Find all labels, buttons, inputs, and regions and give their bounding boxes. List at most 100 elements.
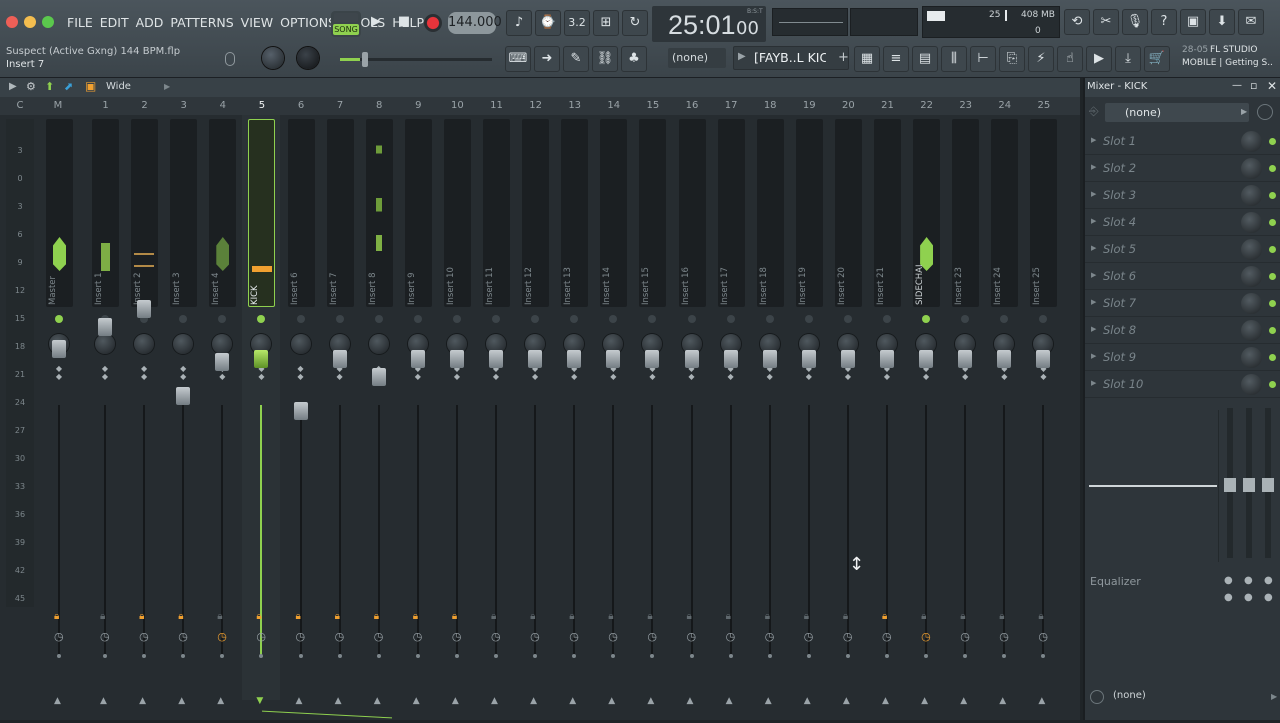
pan-knob[interactable] [95, 334, 115, 354]
stereo-separation-icon[interactable]: ◆ ◆ [296, 365, 306, 381]
lock-icon[interactable]: 🔒︎ [296, 611, 301, 622]
menu-options[interactable]: OPTIONS [277, 13, 339, 33]
pan-knob[interactable] [212, 334, 233, 354]
effect-slot[interactable]: ▶ Slot 2 [1085, 155, 1280, 182]
eq-knob-3[interactable]: ● [1264, 575, 1273, 586]
input-selector[interactable]: (none) ▶ [1105, 103, 1249, 122]
track-label[interactable]: Insert 15 [641, 265, 655, 305]
latency-clock-icon[interactable]: ◷ [217, 630, 227, 643]
volume-fader[interactable] [293, 402, 308, 420]
slot-mix-knob[interactable] [1241, 266, 1262, 287]
slot-mix-knob[interactable] [1241, 320, 1262, 341]
route-arrow-icon[interactable]: ▲ [647, 696, 654, 706]
mixer-tool-icon-3[interactable]: ⬈ [64, 80, 73, 93]
output-value[interactable]: (none) [1113, 690, 1146, 701]
route-arrow-icon[interactable]: ▲ [452, 696, 459, 706]
shop-icon[interactable]: 🛒 [1144, 46, 1170, 72]
route-arrow-icon[interactable]: ▲ [687, 696, 694, 706]
close-window-button[interactable] [6, 16, 18, 28]
effect-slot[interactable]: ▶ Slot 6 [1085, 263, 1280, 290]
route-arrow-icon[interactable]: ▲ [100, 696, 107, 706]
latency-clock-icon[interactable]: ◷ [765, 630, 775, 643]
mixer-strip[interactable]: KICK ◆ ◆ 🔒︎ ◷ ▼ [242, 115, 281, 706]
route-dot[interactable] [220, 654, 225, 658]
track-enable-led[interactable] [843, 315, 852, 323]
slot-mix-knob[interactable] [1241, 212, 1262, 233]
slot-mix-knob[interactable] [1241, 185, 1262, 206]
route-arrow-icon[interactable]: ▲ [765, 696, 772, 706]
volume-fader[interactable] [801, 350, 816, 368]
eq-knob-6[interactable]: ● [1264, 592, 1273, 603]
master-volume-knob[interactable] [262, 47, 284, 69]
track-label[interactable]: Insert 3 [172, 265, 186, 306]
slot-enable-led[interactable] [1269, 354, 1276, 361]
pan-knob[interactable] [173, 334, 194, 354]
chat-icon[interactable]: ✉ [1238, 9, 1264, 35]
play-button[interactable]: ▶ [363, 10, 389, 36]
microphone-icon[interactable]: 🎙 [1122, 9, 1148, 35]
mixer-strip[interactable]: Insert 17 ◆ ◆ 🔒︎ ◷ ▲ [712, 115, 750, 706]
track-label[interactable]: Insert 2 [133, 265, 147, 306]
track-label[interactable]: Insert 7 [329, 265, 343, 306]
route-arrow-icon[interactable]: ▲ [726, 696, 733, 706]
latency-clock-icon[interactable]: ◷ [54, 630, 64, 643]
volume-fader[interactable] [684, 350, 699, 368]
pan-knob[interactable] [368, 334, 389, 354]
latency-clock-icon[interactable]: ◷ [804, 630, 814, 643]
route-arrow-icon[interactable]: ▲ [804, 696, 811, 706]
track-enable-led[interactable] [961, 315, 970, 323]
mixer-strip[interactable]: Insert 13 ◆ ◆ 🔒︎ ◷ ▲ [555, 115, 593, 706]
track-label[interactable]: Insert 14 [602, 265, 616, 305]
pattern-selector[interactable]: ▶ [FAYB..L KICK + [733, 46, 849, 70]
route-arrow-icon[interactable]: ▲ [178, 696, 185, 706]
eq-graph[interactable] [1089, 410, 1219, 562]
route-arrow-icon[interactable]: ▼ [256, 696, 263, 706]
track-enable-led[interactable] [55, 315, 63, 323]
latency-clock-icon[interactable]: ◷ [921, 630, 931, 643]
slot-enable-led[interactable] [1269, 381, 1276, 388]
slot-enable-led[interactable] [1269, 192, 1276, 199]
eq-band-handle[interactable] [1243, 478, 1255, 492]
effect-slot[interactable]: ▶ Slot 1 [1085, 128, 1280, 155]
latency-clock-icon[interactable]: ◷ [960, 630, 970, 643]
latency-clock-icon[interactable]: ◷ [413, 630, 423, 643]
track-label[interactable]: Insert 8 [368, 265, 382, 306]
eq-knob-4[interactable]: ● [1224, 592, 1233, 603]
volume-fader[interactable] [606, 350, 621, 368]
channel-rack-icon[interactable]: ▤ [912, 46, 938, 72]
latency-clock-icon[interactable]: ◷ [726, 630, 736, 643]
slot-enable-led[interactable] [1269, 300, 1276, 307]
export-icon[interactable]: ⬇ [1209, 9, 1235, 35]
output-clock-icon[interactable] [1090, 690, 1104, 704]
mixer-strip[interactable]: Insert 3 ◆ ◆ 🔒︎ ◷ ▲ [164, 115, 202, 706]
track-enable-led[interactable] [726, 315, 735, 323]
stereo-separation-icon[interactable]: ◆ ◆ [139, 365, 149, 381]
slot-mix-knob[interactable] [1241, 158, 1262, 179]
latency-clock-icon[interactable]: ◷ [843, 630, 853, 643]
mixer-strip[interactable]: Insert 1 ◆ ◆ 🔒︎ ◷ ▲ [86, 115, 124, 706]
route-dot[interactable] [611, 654, 616, 658]
eq-band-1[interactable] [1224, 408, 1236, 558]
volume-fader[interactable] [1036, 350, 1051, 368]
stop-button[interactable]: ■ [391, 10, 417, 36]
track-label[interactable]: Insert 19 [798, 265, 812, 305]
route-arrow-icon[interactable]: ▲ [296, 696, 303, 706]
track-enable-led[interactable] [922, 315, 931, 323]
lock-icon[interactable]: 🔒︎ [54, 611, 59, 622]
latency-clock-icon[interactable]: ◷ [374, 630, 384, 643]
track-label[interactable]: Insert 4 [211, 265, 225, 306]
route-arrow-icon[interactable]: ▲ [54, 696, 61, 706]
slot-enable-led[interactable] [1269, 246, 1276, 253]
stereo-separation-icon[interactable]: ◆ ◆ [100, 365, 110, 381]
route-dot[interactable] [650, 654, 655, 658]
eq-knob-1[interactable]: ● [1224, 575, 1233, 586]
latency-clock-icon[interactable]: ◷ [530, 630, 540, 643]
lock-icon[interactable]: 🔒︎ [921, 611, 926, 622]
volume-fader[interactable] [52, 340, 66, 358]
track-enable-led[interactable] [452, 315, 461, 323]
route-dot[interactable] [924, 654, 929, 658]
pan-knob[interactable] [290, 334, 311, 354]
panel-restore-icon[interactable]: ▫ [1250, 79, 1257, 92]
download-icon[interactable]: ⤓ [1115, 46, 1141, 72]
route-dot[interactable] [376, 654, 381, 658]
